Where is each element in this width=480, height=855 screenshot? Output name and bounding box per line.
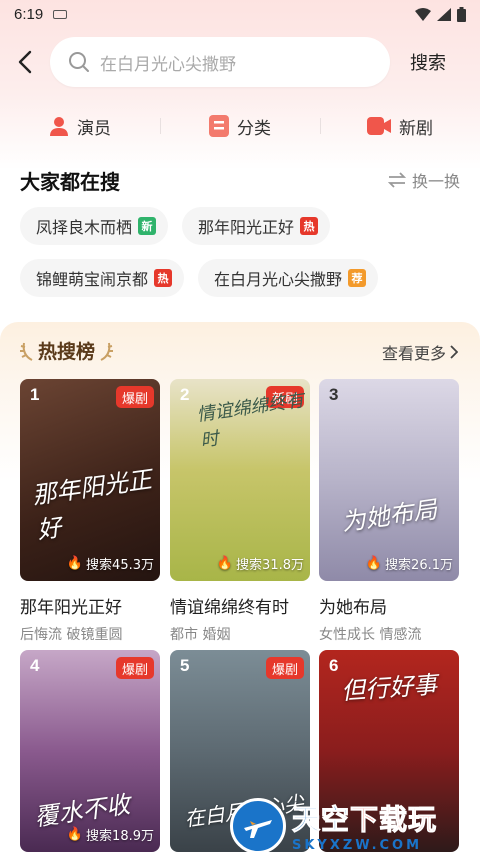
poster-title: 为她布局 <box>339 495 439 537</box>
drama-title: 为她布局 <box>319 598 387 618</box>
poster-title: 但行好事 <box>340 670 439 706</box>
chevron-right-icon <box>450 345 458 359</box>
quick-nav: 演员 分类 新剧 <box>0 108 480 144</box>
wifi-icon <box>415 7 431 21</box>
hot-title-label: 热搜榜 <box>38 341 96 363</box>
quick-nav-label: 新剧 <box>399 118 433 139</box>
status-bar: 6:19 <box>0 0 480 28</box>
search-heat: 🔥 搜索31.8万 <box>217 554 304 573</box>
drama-card[interactable]: 4 爆剧 覆水不收 🔥 搜索18.9万 <box>20 650 160 852</box>
poster-title: 那年阳光正好 <box>30 465 154 545</box>
quick-nav-actors[interactable]: 演员 <box>0 108 160 144</box>
quick-nav-new-dramas[interactable]: 新剧 <box>320 108 480 144</box>
rank-number: 2 <box>180 385 190 404</box>
search-chip[interactable]: 那年阳光正好 热 <box>182 207 331 245</box>
drama-card[interactable]: 3 为她布局 🔥 搜索26.1万 为她布局 女性成长 情感流 <box>319 379 459 644</box>
chip-label: 锦鲤萌宝闹京都 <box>36 270 149 289</box>
poster-title: 情谊绵绵终有时 <box>195 389 306 452</box>
search-chip[interactable]: 凤择良木而栖 新 <box>20 207 169 245</box>
drama-tags: 后悔流 破镜重圆 <box>20 627 123 643</box>
watermark-name-part: 天空 <box>291 803 351 837</box>
site-watermark: 天空下载玩 SKYXZW.COM <box>230 796 480 855</box>
watermark-name-part: 下载玩 <box>350 803 438 837</box>
search-heat-value: 搜索45.3万 <box>86 558 154 573</box>
swap-icon <box>387 172 406 188</box>
hot-tag: 热 <box>300 217 319 235</box>
drama-poster: 1 爆剧 那年阳光正好 🔥 搜索45.3万 <box>20 379 160 581</box>
drama-tags: 女性成长 情感流 <box>319 627 422 643</box>
chip-label: 那年阳光正好 <box>198 218 295 237</box>
rank-number: 5 <box>180 656 190 675</box>
quick-nav-categories[interactable]: 分类 <box>160 108 320 144</box>
hot-tag: 热 <box>154 269 173 287</box>
search-heat: 🔥 搜索26.1万 <box>366 554 453 573</box>
back-button[interactable] <box>0 36 50 88</box>
drama-badge: 爆剧 <box>115 657 154 679</box>
new-tag: 新 <box>138 217 157 235</box>
see-more-label: 查看更多 <box>381 344 446 363</box>
laurel-left-icon <box>20 342 33 361</box>
refresh-label: 换一换 <box>411 172 460 191</box>
rank-number: 1 <box>30 385 40 404</box>
flame-icon: 🔥 <box>66 556 84 571</box>
drama-title: 情谊绵绵终有时 <box>170 598 289 618</box>
signal-icon <box>437 7 451 21</box>
battery-icon <box>457 6 466 22</box>
airplane-logo-icon <box>230 797 286 854</box>
drama-tags: 都市 婚姻 <box>170 627 231 643</box>
chip-label: 在白月光心尖撒野 <box>214 270 343 289</box>
chip-label: 凤择良木而栖 <box>36 218 133 237</box>
watermark-domain: SKYXZW.COM <box>292 838 423 853</box>
popular-search-chips: 凤择良木而栖 新 那年阳光正好 热 锦鲤萌宝闹京都 热 在白月光心尖撒野 荐 <box>20 207 460 311</box>
search-icon <box>69 52 89 72</box>
see-more-link[interactable]: 查看更多 <box>382 340 458 364</box>
search-heat-value: 搜索31.8万 <box>236 558 304 573</box>
search-chip[interactable]: 在白月光心尖撒野 荐 <box>198 259 379 297</box>
search-header: 在白月光心尖撒野 搜索 <box>0 36 480 88</box>
flame-icon: 🔥 <box>365 556 383 571</box>
category-icon <box>209 115 229 137</box>
drama-title: 那年阳光正好 <box>20 598 122 618</box>
refresh-button[interactable]: 换一换 <box>387 168 460 192</box>
search-heat-value: 搜索26.1万 <box>385 558 453 573</box>
status-time: 6:19 <box>14 5 44 23</box>
drama-poster: 3 为她布局 🔥 搜索26.1万 <box>319 379 459 581</box>
rank-number: 6 <box>329 656 339 675</box>
flame-icon: 🔥 <box>216 556 234 571</box>
search-chip[interactable]: 锦鲤萌宝闹京都 热 <box>20 259 185 297</box>
drama-badge: 爆剧 <box>115 386 154 408</box>
rank-number: 4 <box>30 656 40 675</box>
drama-card[interactable]: 2 新剧 情谊绵绵终有时 🔥 搜索31.8万 情谊绵绵终有时 都市 婚姻 <box>170 379 310 644</box>
drama-card[interactable]: 1 爆剧 那年阳光正好 🔥 搜索45.3万 那年阳光正好 后悔流 破镜重圆 <box>20 379 160 644</box>
person-icon <box>50 117 68 136</box>
search-heat-value: 搜索18.9万 <box>86 829 154 844</box>
chevron-left-icon <box>18 50 32 74</box>
watermark-name: 天空下载玩 <box>291 798 438 838</box>
popular-searches-title: 大家都在搜 <box>20 170 120 194</box>
search-input[interactable]: 在白月光心尖撒野 <box>50 37 390 87</box>
search-heat: 🔥 搜索18.9万 <box>67 825 154 844</box>
quick-nav-label: 分类 <box>237 118 271 139</box>
laurel-right-icon <box>100 342 114 361</box>
search-button[interactable]: 搜索 <box>410 49 446 75</box>
rank-number: 3 <box>329 385 339 404</box>
quick-nav-label: 演员 <box>77 118 111 139</box>
flame-icon: 🔥 <box>66 827 84 842</box>
drama-poster: 4 爆剧 覆水不收 🔥 搜索18.9万 <box>20 650 160 852</box>
recommend-tag: 荐 <box>348 269 367 287</box>
drama-badge: 爆剧 <box>265 657 304 679</box>
hot-search-title: 热搜榜 <box>20 337 114 364</box>
video-camera-icon <box>367 117 391 135</box>
search-placeholder: 在白月光心尖撒野 <box>100 54 236 75</box>
drama-poster: 2 新剧 情谊绵绵终有时 🔥 搜索31.8万 <box>170 379 310 581</box>
search-heat: 🔥 搜索45.3万 <box>67 554 154 573</box>
keyboard-icon <box>53 9 68 19</box>
